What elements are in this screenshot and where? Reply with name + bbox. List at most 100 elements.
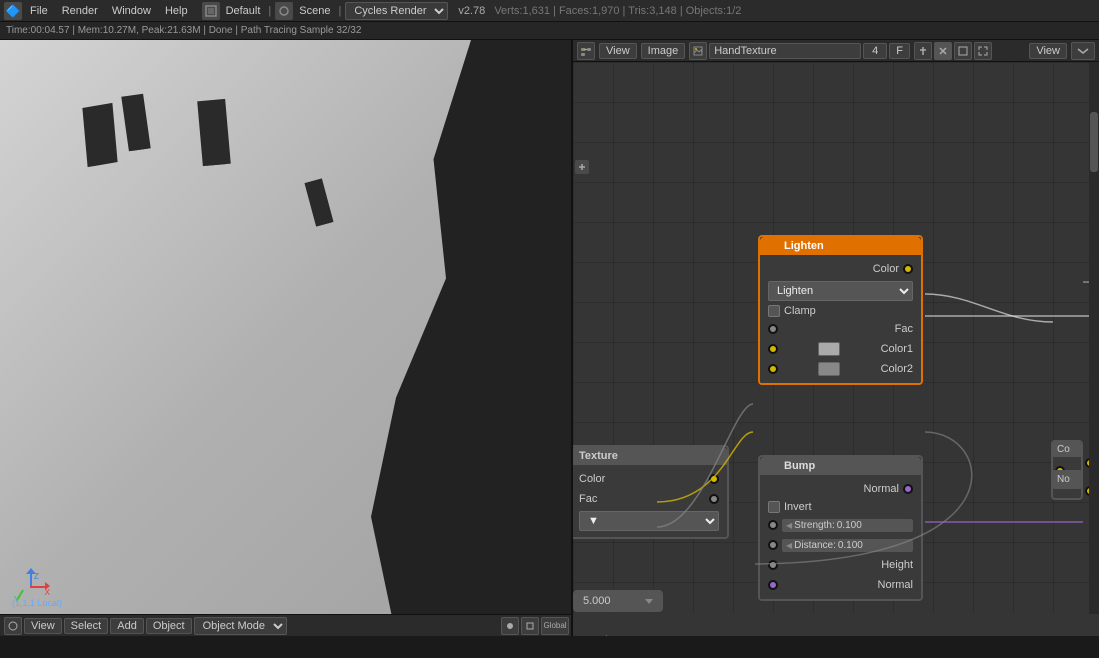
lighten-color-row: Color (760, 259, 921, 279)
texture-node: Texture Color Fac ▼ (573, 445, 729, 539)
bump-invert-row: Invert (760, 499, 921, 515)
texture-color-label: Color (579, 473, 605, 485)
node-editor[interactable]: View Image 4 F (573, 40, 1099, 636)
bump-node: Bump Normal Invert ◀ Stren (758, 455, 923, 601)
arrow-shape-2 (121, 94, 150, 152)
texture-dropdown[interactable]: ▼ (579, 511, 719, 531)
bump-height-label: Height (881, 559, 913, 571)
menu-window[interactable]: Window (106, 3, 157, 19)
bump-normal-input (768, 580, 778, 590)
viewport-3d[interactable]: Z X Y (1,1,1 Local) View Select (0, 40, 573, 636)
lighten-color2-label: Color2 (881, 363, 913, 375)
lighten-clamp-row: Clamp (760, 303, 921, 319)
bump-invert-checkbox[interactable] (768, 501, 780, 513)
f-btn[interactable]: F (889, 43, 910, 59)
image-num: 4 (863, 43, 887, 59)
texture-fac-socket (709, 494, 719, 504)
texture-select-row: ▼ (573, 509, 727, 533)
viewport-select-btn[interactable]: Select (64, 618, 109, 634)
x-axis-label: X (45, 588, 50, 597)
bump-distance-field[interactable]: ◀ Distance: 0.100 (782, 539, 913, 552)
scroll-thumb[interactable] (1090, 112, 1098, 172)
strength-left-arrow[interactable]: ◀ (786, 521, 792, 530)
lighten-color-label: Color (873, 263, 899, 275)
lighten-fac-label: Fac (895, 323, 913, 335)
bump-strength-field[interactable]: ◀ Strength: 0.100 (782, 519, 913, 532)
lighten-fac-input (768, 324, 778, 334)
silhouette-shape (321, 40, 571, 636)
add-collapse-btn[interactable] (575, 160, 589, 174)
bump-distance-label: Distance: (794, 540, 836, 551)
lighten-blend-selector[interactable]: Lighten (768, 281, 913, 301)
distance-left-arrow[interactable]: ◀ (786, 541, 792, 550)
header-icon-pin[interactable] (914, 42, 932, 60)
app-icon: 🔷 (4, 2, 22, 20)
bump-strength-input (768, 520, 778, 530)
viewport-bottom-bar: View Select Add Object Object Mode Globa… (0, 614, 573, 636)
bump-normal-output (903, 484, 913, 494)
bump-normal-in-row: Normal (760, 575, 921, 595)
bump-height-input (768, 560, 778, 570)
workspace-icon (202, 2, 220, 20)
viewport-icon-2[interactable] (521, 617, 539, 635)
node-image-btn[interactable]: Image (641, 43, 686, 59)
lighten-fac-row: Fac (760, 319, 921, 339)
lighten-color2-swatch[interactable] (818, 362, 840, 376)
object-mode-selector[interactable]: Object Mode (194, 617, 287, 635)
bump-distance-value: 0.100 (838, 540, 863, 551)
viewport-add-btn[interactable]: Add (110, 618, 144, 634)
lighten-clamp-checkbox[interactable] (768, 305, 780, 317)
header-expand-icon[interactable] (1071, 42, 1095, 60)
menu-file[interactable]: File (24, 3, 54, 19)
node-editor-scrollbar[interactable] (1089, 62, 1099, 614)
texture-node-body: Color Fac ▼ (573, 465, 727, 537)
node-view-right-btn[interactable]: View (1029, 43, 1067, 59)
node-view-btn[interactable]: View (599, 43, 637, 59)
partial-node-no: No (1051, 470, 1083, 489)
lighten-color2-row: Color2 (760, 359, 921, 379)
bump-normal-out-label: Normal (864, 483, 899, 495)
bump-node-body: Normal Invert ◀ Strength: 0.100 (760, 475, 921, 599)
image-name-input[interactable] (709, 43, 861, 59)
viewport-icon-1[interactable] (501, 617, 519, 635)
value-node-title: 5.000 (575, 592, 661, 610)
node-editor-header: View Image 4 F (573, 40, 1099, 62)
lighten-node: Lighten Color Lighten Clamp (758, 235, 923, 385)
lighten-node-body: Color Lighten Clamp Fac (760, 255, 921, 383)
bump-node-title: Bump (760, 457, 921, 475)
version-text: v2.78 Verts:1,631 | Faces:1,970 | Tris:3… (452, 5, 747, 17)
bump-distance-row: ◀ Distance: 0.100 (760, 535, 921, 555)
arrow-shape-1 (82, 103, 117, 167)
partial-node-co-title: Co (1053, 442, 1081, 457)
bump-normal-in-label: Normal (878, 579, 913, 591)
viewport-icon-3[interactable]: Global (541, 617, 569, 635)
partial-node-no-title: No (1053, 472, 1081, 487)
stats-text: Verts:1,631 | Faces:1,970 | Tris:3,148 |… (494, 5, 741, 17)
value-node: 5.000 (573, 590, 663, 612)
scene-label: Scene (295, 5, 334, 17)
image-selector-icon (689, 42, 707, 60)
texture-color-row: Color (573, 469, 727, 489)
viewport-view-btn[interactable]: View (24, 618, 62, 634)
header-icon-fullscreen[interactable] (974, 42, 992, 60)
texture-color-socket (709, 474, 719, 484)
header-icon-zoom[interactable] (954, 42, 972, 60)
render-engine-selector[interactable]: Cycles Render (345, 2, 448, 20)
menu-render[interactable]: Render (56, 3, 104, 19)
bump-strength-value: 0.100 (837, 520, 862, 531)
arrow-shape-4 (304, 178, 333, 226)
viewport-object-btn[interactable]: Object (146, 618, 192, 634)
viewport-view-icon (4, 617, 22, 635)
bump-strength-row: ◀ Strength: 0.100 (760, 515, 921, 535)
viewport-background: Z X Y (1,1,1 Local) (0, 40, 571, 636)
menu-help[interactable]: Help (159, 3, 194, 19)
header-icon-x[interactable] (934, 42, 952, 60)
lighten-clamp-label: Clamp (784, 305, 816, 317)
main-content: Z X Y (1,1,1 Local) View Select (0, 40, 1099, 636)
lighten-color2-input (768, 364, 778, 374)
workspace-label: Default (222, 5, 265, 17)
z-axis-label: Z (34, 572, 39, 581)
bump-strength-label: Strength: (794, 520, 835, 531)
lighten-color1-swatch[interactable] (818, 342, 840, 356)
lighten-color-output (903, 264, 913, 274)
